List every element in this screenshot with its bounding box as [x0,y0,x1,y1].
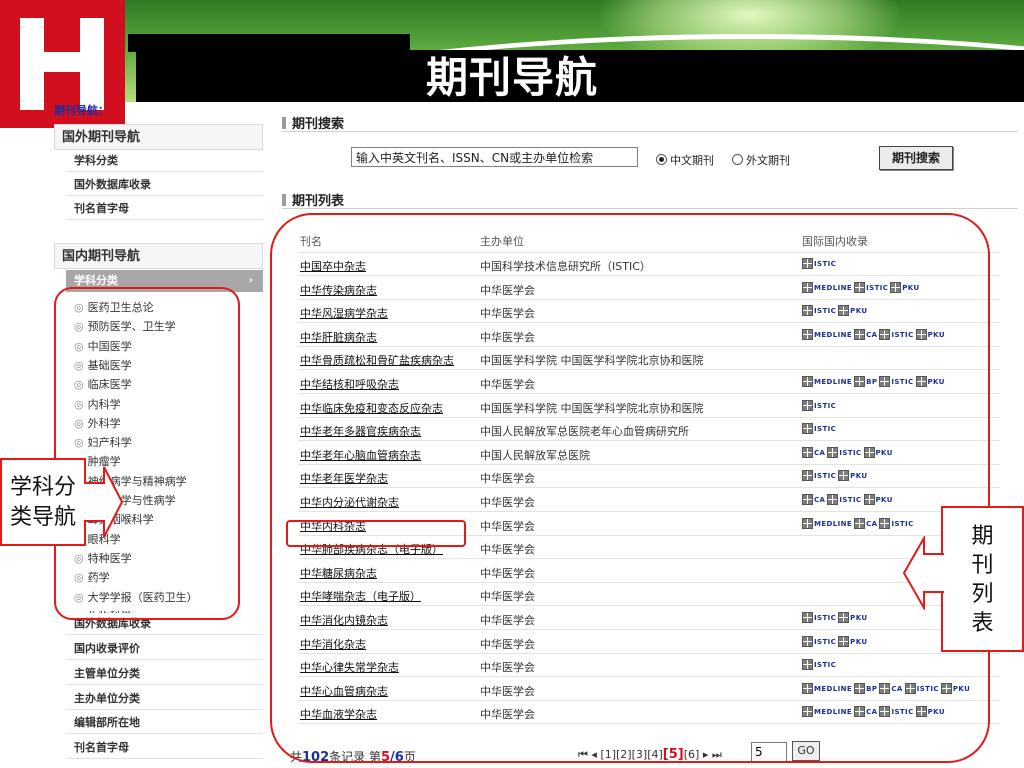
radio-chinese-journal[interactable]: 中文期刊 [656,152,714,168]
sidebar-item-supervisor[interactable]: 主管单位分类 [66,663,263,685]
domestic-journal-nav-head: 国内期刊导航 [54,243,263,269]
subject-nav-highlight [54,287,240,620]
breadcrumb: 期刊导航： [54,104,109,117]
journal-list-title-text: 期刊列表 [292,194,345,209]
journal-search-button[interactable]: 期刊搜索 [879,146,953,170]
divider [282,208,1018,209]
divider [282,131,1018,132]
arrow-left-icon [902,536,944,610]
callout-char: 列 [971,582,994,607]
journal-list-highlight [270,213,990,763]
page-title: 期刊导航 [425,53,598,102]
journal-list-callout-text: 期刊列表 [943,508,1022,638]
radio-foreign-label: 外文期刊 [746,154,790,167]
subject-nav-callout: 学科分类导航 [0,458,86,546]
sidebar-item-location[interactable]: 编辑部所在地 [66,712,263,734]
radio-unchecked-icon [732,154,743,165]
journal-search-title-text: 期刊搜索 [292,117,345,132]
foreign-journal-nav-head: 国外期刊导航 [54,124,263,150]
radio-checked-icon [656,154,667,165]
arrow-right-icon [84,466,124,538]
radio-chinese-label: 中文期刊 [670,154,714,167]
sidebar-item-sponsor[interactable]: 主办单位分类 [66,688,263,710]
radio-foreign-journal[interactable]: 外文期刊 [732,152,790,168]
sidebar-item-foreign-initial[interactable]: 刊名首字母 [66,198,263,220]
sidebar-item-domestic-initial[interactable]: 刊名首字母 [66,737,263,759]
sidebar-item-domestic-evaluation[interactable]: 国内收录评价 [66,638,263,660]
sidebar-item-foreign-database[interactable]: 国外数据库收录 [66,174,263,196]
journal-list-callout: 期刊列表 [941,506,1024,652]
callout-char: 刊 [971,553,994,578]
journal-search-input[interactable] [351,147,638,167]
subject-nav-callout-text: 学科分类导航 [9,475,76,530]
callout-char: 期 [971,524,994,549]
journal-list-title: 期刊列表 [282,190,344,209]
callout-char: 表 [971,611,994,636]
chevron-right-icon: › [248,275,253,286]
sidebar-item-foreign-subject[interactable]: 学科分类 [66,150,263,172]
active-category-label: 学科分类 [74,274,118,287]
journal-search-title: 期刊搜索 [282,113,344,132]
selected-journal-highlight [286,520,466,547]
